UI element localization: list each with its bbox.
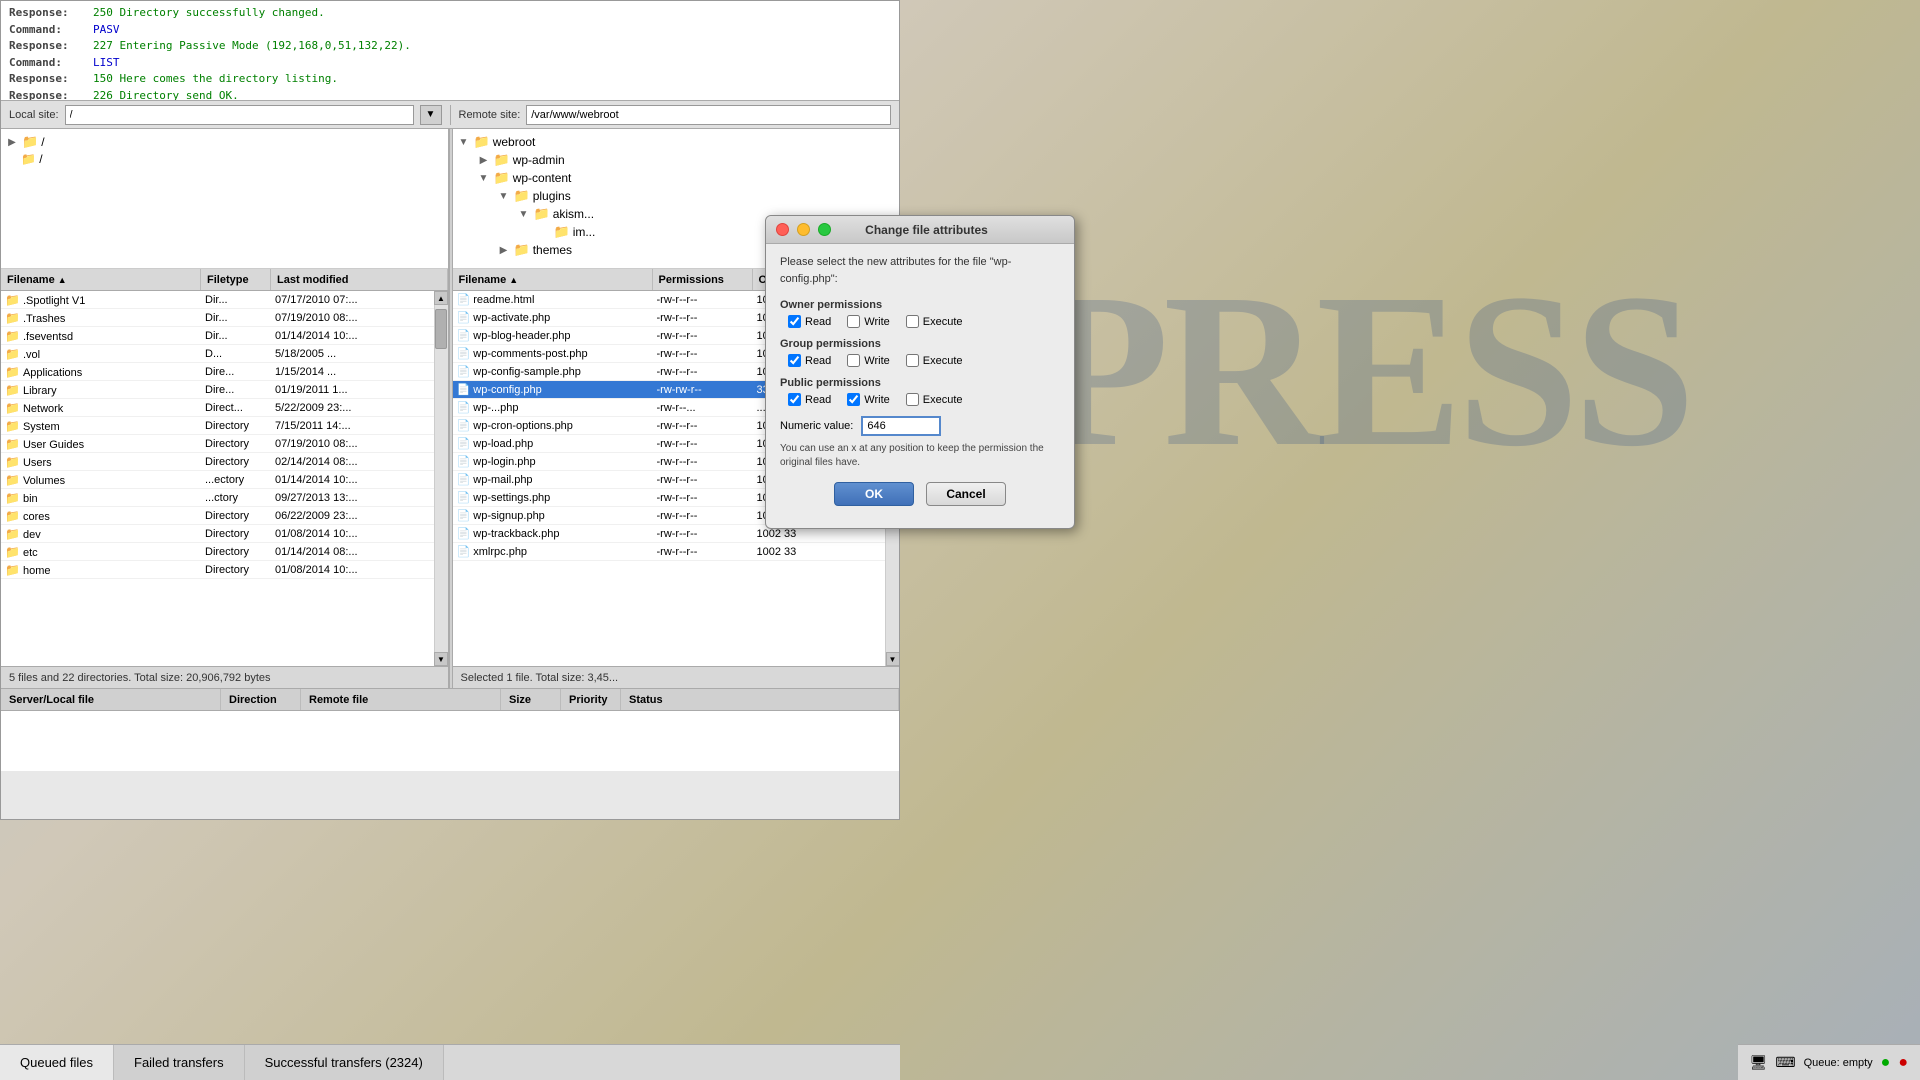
public-read-check[interactable]: Read [788, 393, 831, 406]
public-perm-row: Read Write Execute [788, 393, 1060, 406]
group-read-check[interactable]: Read [788, 354, 831, 367]
group-write-checkbox[interactable] [847, 354, 860, 367]
owner-execute-checkbox[interactable] [906, 315, 919, 328]
owner-read-checkbox[interactable] [788, 315, 801, 328]
group-permissions-section: Group permissions Read Write Execute [780, 338, 1060, 367]
group-execute-label: Execute [923, 355, 963, 367]
public-permissions-section: Public permissions Read Write Execute [780, 377, 1060, 406]
numeric-value-input[interactable] [861, 416, 941, 436]
dialog-cancel-button[interactable]: Cancel [926, 482, 1006, 506]
dialog-buttons: OK Cancel [780, 482, 1060, 506]
dialog-body: Please select the new attributes for the… [766, 244, 1074, 516]
group-read-label: Read [805, 355, 831, 367]
group-perm-row: Read Write Execute [788, 354, 1060, 367]
public-read-label: Read [805, 394, 831, 406]
dialog-ok-button[interactable]: OK [834, 482, 914, 506]
public-execute-checkbox[interactable] [906, 393, 919, 406]
numeric-value-label: Numeric value: [780, 420, 853, 432]
group-write-check[interactable]: Write [847, 354, 889, 367]
public-execute-label: Execute [923, 394, 963, 406]
owner-execute-label: Execute [923, 316, 963, 328]
public-perm-label: Public permissions [780, 377, 1060, 389]
owner-read-label: Read [805, 316, 831, 328]
dialog-description: Please select the new attributes for the… [780, 254, 1060, 287]
dialog-note: You can use an x at any position to keep… [780, 442, 1060, 470]
public-read-checkbox[interactable] [788, 393, 801, 406]
public-write-check[interactable]: Write [847, 393, 889, 406]
owner-write-check[interactable]: Write [847, 315, 889, 328]
public-execute-check[interactable]: Execute [906, 393, 963, 406]
owner-permissions-section: Owner permissions Read Write Execute [780, 299, 1060, 328]
group-execute-check[interactable]: Execute [906, 354, 963, 367]
numeric-value-row: Numeric value: [780, 416, 1060, 436]
public-write-label: Write [864, 394, 889, 406]
owner-read-check[interactable]: Read [788, 315, 831, 328]
group-read-checkbox[interactable] [788, 354, 801, 367]
group-perm-label: Group permissions [780, 338, 1060, 350]
dialog-overlay: Change file attributes Please select the… [0, 0, 1920, 1080]
dialog-close-button[interactable] [776, 223, 789, 236]
group-write-label: Write [864, 355, 889, 367]
owner-perm-label: Owner permissions [780, 299, 1060, 311]
dialog-titlebar: Change file attributes [766, 216, 1074, 244]
dialog-title: Change file attributes [789, 223, 1064, 237]
owner-write-checkbox[interactable] [847, 315, 860, 328]
public-write-checkbox[interactable] [847, 393, 860, 406]
owner-write-label: Write [864, 316, 889, 328]
owner-execute-check[interactable]: Execute [906, 315, 963, 328]
change-file-attributes-dialog: Change file attributes Please select the… [765, 215, 1075, 529]
group-execute-checkbox[interactable] [906, 354, 919, 367]
owner-perm-row: Read Write Execute [788, 315, 1060, 328]
